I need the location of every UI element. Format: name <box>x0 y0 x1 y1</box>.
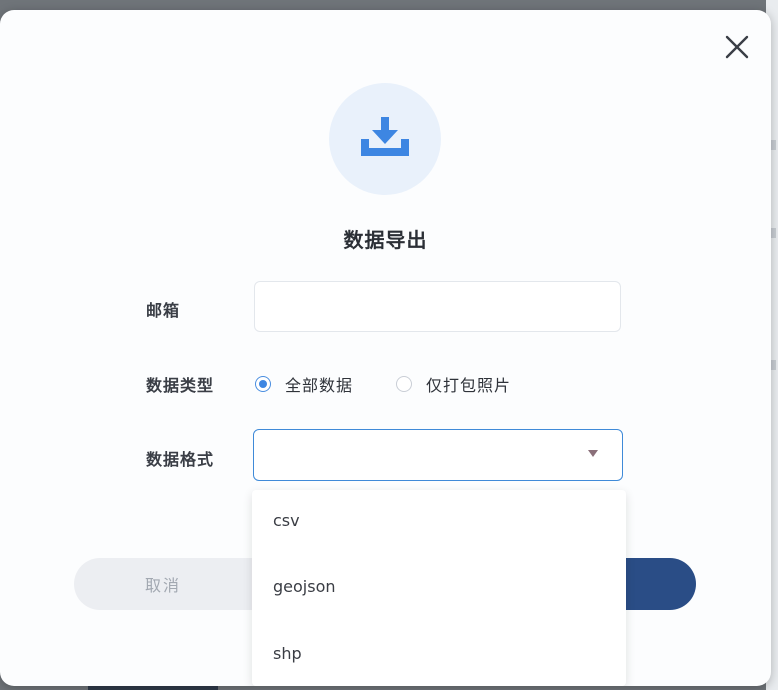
download-icon-circle <box>329 83 441 195</box>
close-icon <box>725 35 749 59</box>
radio-label: 仅打包照片 <box>426 376 512 395</box>
email-label: 邮箱 <box>146 301 181 320</box>
cancel-button[interactable]: 取消 <box>74 558 252 610</box>
dropdown-option-shp[interactable]: shp <box>252 623 626 685</box>
data-type-label: 数据类型 <box>146 376 215 395</box>
format-dropdown-menu: csv geojson shp <box>252 490 626 686</box>
download-tray-icon <box>361 117 409 156</box>
radio-label: 全部数据 <box>285 376 354 395</box>
radio-photos-only[interactable]: 仅打包照片 <box>396 372 511 396</box>
close-button[interactable] <box>722 32 752 62</box>
email-field[interactable] <box>254 281 621 332</box>
caret-down-icon <box>588 450 598 457</box>
dropdown-option-geojson[interactable]: geojson <box>252 556 626 618</box>
dialog-title: 数据导出 <box>343 228 428 252</box>
radio-selected-indicator <box>255 376 271 392</box>
data-format-label: 数据格式 <box>146 450 215 469</box>
data-format-select[interactable] <box>253 429 623 481</box>
dropdown-option-csv[interactable]: csv <box>252 490 626 552</box>
radio-all-data[interactable]: 全部数据 <box>255 372 353 396</box>
radio-unselected-indicator <box>396 376 412 392</box>
confirm-button[interactable] <box>626 558 696 610</box>
export-dialog: 数据导出 邮箱 数据类型 全部数据 仅打包照片 数据格式 取消 csv geoj… <box>0 10 771 686</box>
